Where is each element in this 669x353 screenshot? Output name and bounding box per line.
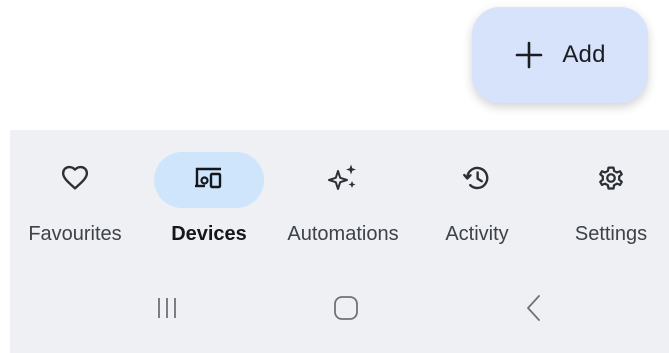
gear-icon: [596, 163, 626, 198]
nav-item-automations[interactable]: Automations: [278, 152, 408, 262]
nav-item-activity-indicator: [422, 152, 532, 208]
nav-item-settings[interactable]: Settings: [556, 152, 666, 262]
home-button[interactable]: [316, 290, 376, 330]
nav-item-favourites-indicator: [20, 152, 130, 208]
nav-item-devices[interactable]: Devices: [154, 152, 264, 262]
add-button-label: Add: [562, 41, 606, 68]
nav-item-automations-indicator: [288, 152, 398, 208]
sparkle-icon: [327, 163, 359, 198]
nav-item-label: Activity: [445, 223, 509, 245]
nav-item-label: Devices: [171, 223, 247, 245]
screen: Add Favourites Devices Automations Activ…: [0, 0, 669, 353]
back-icon: [522, 293, 546, 328]
home-icon: [331, 293, 361, 328]
devices-icon: [193, 164, 225, 197]
nav-item-settings-indicator: [556, 152, 666, 208]
system-navigation-bar: [10, 280, 669, 340]
nav-item-favourites[interactable]: Favourites: [20, 152, 130, 262]
recent-apps-icon: [153, 294, 181, 327]
back-button[interactable]: [504, 290, 564, 330]
history-icon: [462, 163, 492, 198]
heart-icon: [60, 163, 90, 198]
bottom-navigation-area: Favourites Devices Automations Activity …: [10, 130, 669, 353]
nav-item-label: Settings: [574, 223, 648, 245]
nav-item-label: Favourites: [28, 223, 122, 245]
nav-item-devices-indicator: [154, 152, 264, 208]
plus-icon: [514, 40, 544, 70]
bottom-navigation-bar: Favourites Devices Automations Activity …: [10, 130, 669, 268]
recent-apps-button[interactable]: [137, 290, 197, 330]
nav-item-label: Automations: [287, 223, 399, 245]
add-button[interactable]: Add: [472, 7, 648, 103]
nav-item-activity[interactable]: Activity: [422, 152, 532, 262]
